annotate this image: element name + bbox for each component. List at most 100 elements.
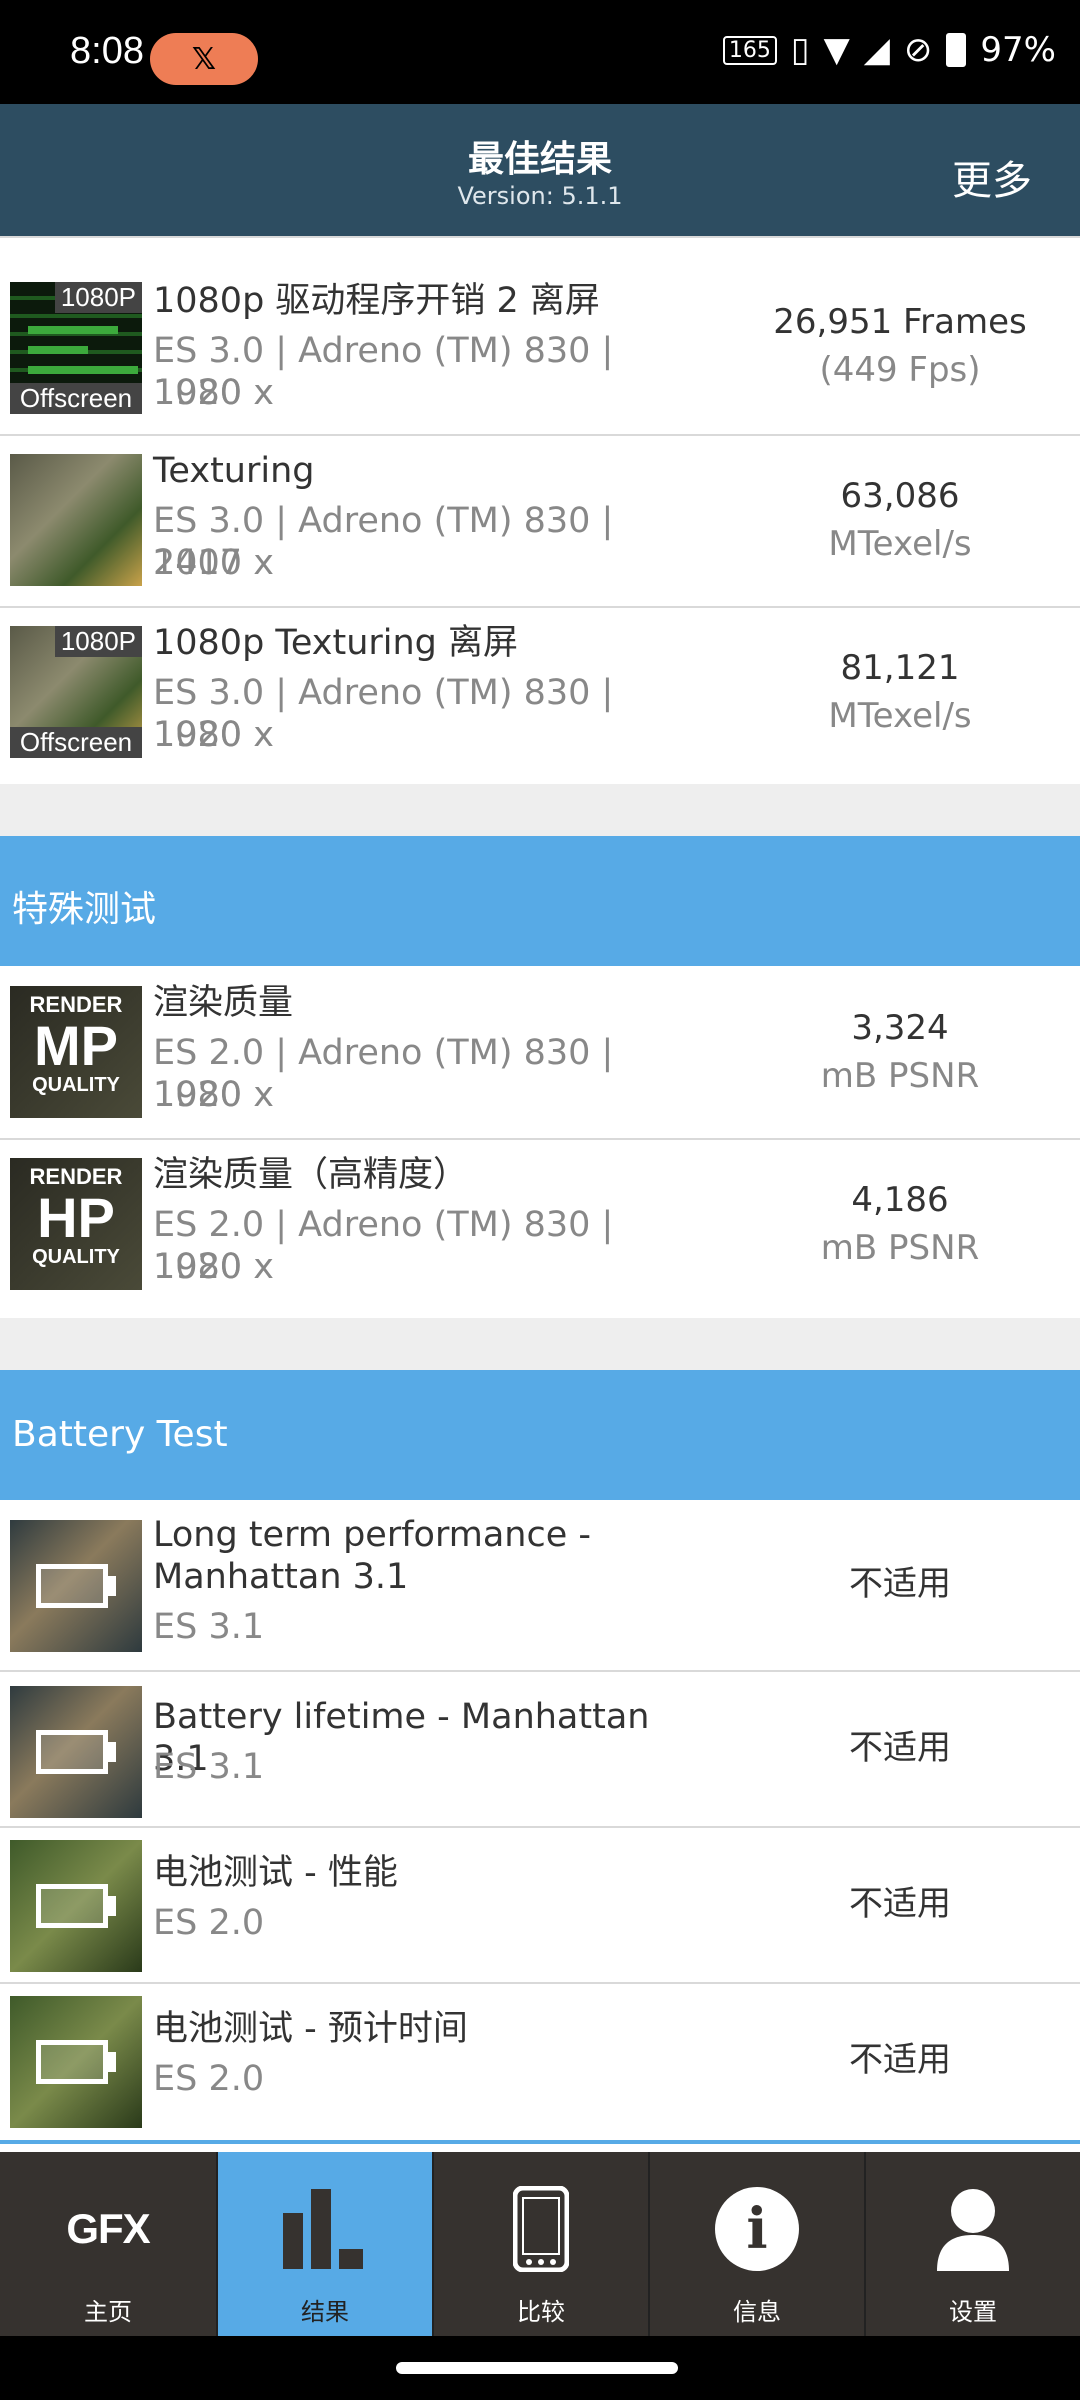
- resolution-badge: 1080P: [54, 626, 142, 657]
- row-subtitle: ES 3.1: [153, 1747, 265, 1787]
- nav-info[interactable]: i 信息: [648, 2152, 864, 2336]
- refresh-rate-icon: 165: [722, 35, 777, 65]
- row-subtitle: ES 2.0: [153, 2059, 265, 2099]
- more-button[interactable]: 更多: [952, 148, 1032, 206]
- row-subtitle-2: 1080: [153, 715, 243, 755]
- value-primary: 3,324: [851, 1008, 949, 1048]
- row-value: 26,951 Frames (449 Fps): [740, 298, 1060, 394]
- section-header-battery: Battery Test: [0, 1370, 1080, 1500]
- row-title: Texturing: [153, 451, 315, 491]
- value-primary: 81,121: [840, 648, 960, 688]
- signal-icon: ◢: [863, 30, 890, 70]
- value-primary: 4,186: [851, 1180, 949, 1220]
- section-spacer: [0, 1318, 1080, 1370]
- section-header-special: 特殊测试: [0, 836, 1080, 966]
- status-time: 8:08: [70, 30, 144, 72]
- row-subtitle: ES 3.1: [153, 1607, 265, 1647]
- row-value: 不适用: [740, 1724, 1060, 1772]
- x-notification-icon: 𝕏: [150, 33, 258, 85]
- nav-label: 比较: [517, 2298, 565, 2326]
- row-value: 81,121 MTexel/s: [740, 644, 1060, 740]
- list-item[interactable]: 1080P Offscreen 1080p Texturing 离屏 ES 3.…: [0, 608, 1080, 778]
- row-subtitle-2: 1080: [153, 1075, 243, 1115]
- value-secondary: mB PSNR: [820, 1056, 980, 1096]
- list-item[interactable]: Battery lifetime - Manhattan 3.1 ES 3.1 …: [0, 1672, 1080, 1828]
- list-item[interactable]: Texturing ES 3.0 | Adreno (TM) 830 | 240…: [0, 436, 1080, 608]
- user-icon: [866, 2184, 1080, 2274]
- row-title-2: Manhattan 3.1: [153, 1557, 409, 1597]
- status-bar: 8:08 𝕏 165 ▯ ▼ ◢ ⊘ 97%: [0, 0, 1080, 104]
- resolution-badge: 1080P: [54, 282, 142, 313]
- list-item[interactable]: RENDER MP QUALITY 渲染质量 ES 2.0 | Adreno (…: [0, 966, 1080, 1140]
- info-icon-glyph: i: [746, 2196, 768, 2262]
- section-spacer: [0, 784, 1080, 836]
- status-icons: 165 ▯ ▼ ◢ ⊘ 97%: [722, 30, 1056, 70]
- nav-results[interactable]: 结果: [216, 2152, 432, 2336]
- offscreen-badge: Offscreen: [10, 383, 142, 414]
- row-value: 3,324 mB PSNR: [740, 1004, 1060, 1100]
- icon-text-mid: MP: [34, 1014, 118, 1077]
- battery-test-thumbnail: [10, 1520, 142, 1652]
- value-secondary: MTexel/s: [828, 696, 972, 736]
- section-label: 特殊测试: [12, 889, 157, 930]
- app-header: 最佳结果 Version: 5.1.1 更多: [0, 104, 1080, 236]
- info-icon: i: [650, 2184, 864, 2274]
- row-title: 渲染质量: [153, 983, 294, 1023]
- page-title: 最佳结果: [467, 139, 612, 180]
- render-quality-hp-icon: RENDER HP QUALITY: [10, 1158, 142, 1290]
- gfx-logo-text: GFX: [66, 2205, 150, 2252]
- row-value: 63,086 MTexel/s: [740, 472, 1060, 568]
- list-item[interactable]: 1017: [0, 236, 1080, 238]
- list-item[interactable]: 电池测试 - 预计时间 ES 2.0 不适用: [0, 1984, 1080, 2144]
- list-item[interactable]: 1080P Offscreen 1080p 驱动程序开销 2 离屏 ES 3.0…: [0, 264, 1080, 436]
- value-primary: 不适用: [849, 1564, 951, 1604]
- gfx-logo-icon: GFX: [0, 2184, 216, 2274]
- battery-icon: [946, 33, 967, 67]
- nav-compare[interactable]: 比较: [432, 2152, 648, 2336]
- row-value: 不适用: [740, 1560, 1060, 1608]
- results-list[interactable]: 1017 1080P Offscreen 1080p 驱动程序开销 2 离屏 E…: [0, 236, 1080, 2152]
- offscreen-thumbnail: 1080P Offscreen: [10, 282, 142, 414]
- nav-label: 结果: [301, 2298, 349, 2326]
- battery-test-thumbnail: [10, 1840, 142, 1972]
- battery-icon: [36, 1730, 108, 1774]
- row-title: 1080p 驱动程序开销 2 离屏: [153, 281, 600, 321]
- texturing-thumbnail: [10, 454, 142, 586]
- battery-percent: 97%: [980, 30, 1056, 70]
- row-title: Long term performance -: [153, 1515, 591, 1555]
- nav-label: 信息: [733, 2298, 781, 2326]
- value-primary: 不适用: [849, 1884, 951, 1924]
- nav-label: 主页: [84, 2298, 132, 2326]
- nav-settings[interactable]: 设置: [864, 2152, 1080, 2336]
- battery-test-thumbnail: [10, 1686, 142, 1818]
- list-item[interactable]: RENDER HP QUALITY 渲染质量（高精度） ES 2.0 | Adr…: [0, 1140, 1080, 1312]
- row-subtitle-2: 1080: [153, 373, 243, 413]
- gesture-bar: [0, 2336, 1080, 2400]
- nav-home[interactable]: GFX 主页: [0, 2152, 216, 2336]
- row-title: 电池测试 - 性能: [153, 1853, 398, 1893]
- phone-icon: [434, 2184, 648, 2274]
- row-subtitle: ES 2.0: [153, 1903, 265, 1943]
- value-secondary: MTexel/s: [828, 524, 972, 564]
- row-subtitle-2: 1017: [153, 543, 243, 583]
- vibrate-icon: ▯: [790, 30, 810, 70]
- row-title: 1080p Texturing 离屏: [153, 623, 519, 663]
- row-title: 渲染质量（高精度）: [153, 1155, 469, 1195]
- value-primary: 不适用: [849, 2040, 951, 2080]
- row-value: 4,186 mB PSNR: [740, 1176, 1060, 1272]
- home-indicator[interactable]: [396, 2362, 678, 2374]
- list-item[interactable]: 电池测试 - 性能 ES 2.0 不适用: [0, 1828, 1080, 1984]
- bar-chart-icon: [218, 2184, 432, 2274]
- offscreen-badge: Offscreen: [10, 727, 142, 758]
- no-sim-icon: ⊘: [903, 30, 933, 70]
- version-label: Version: 5.1.1: [457, 182, 623, 210]
- row-title: 电池测试 - 预计时间: [153, 2009, 468, 2049]
- bottom-nav: GFX 主页 结果 比较 i 信息 设置: [0, 2152, 1080, 2336]
- icon-text-bot: QUALITY: [32, 1246, 120, 1268]
- list-item[interactable]: Long term performance - Manhattan 3.1 ES…: [0, 1500, 1080, 1672]
- row-value: 不适用: [740, 1880, 1060, 1928]
- battery-icon: [36, 1884, 108, 1928]
- nav-label: 设置: [949, 2298, 997, 2326]
- row-subtitle-2: 1080: [153, 1247, 243, 1287]
- row-value: 不适用: [740, 2036, 1060, 2084]
